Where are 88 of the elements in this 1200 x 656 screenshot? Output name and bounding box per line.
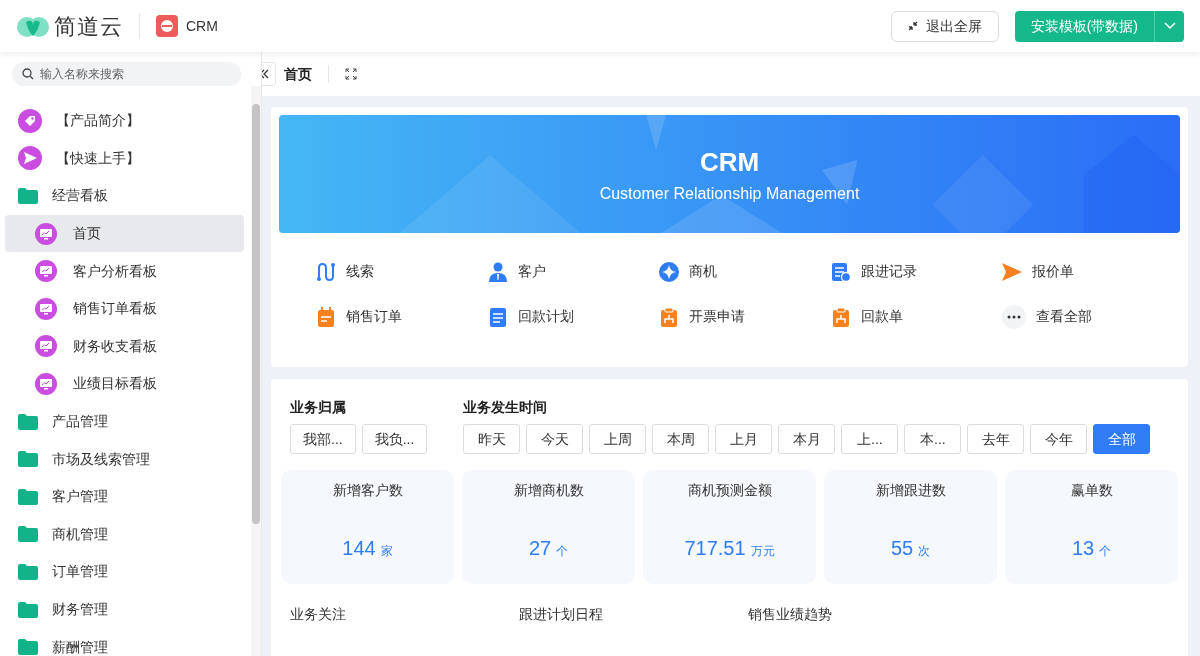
app-icon bbox=[156, 15, 178, 37]
shortcut-link[interactable]: 报价单 bbox=[1002, 259, 1174, 284]
sidebar-item[interactable]: 薪酬管理 bbox=[5, 628, 244, 656]
filter-button[interactable]: 我负... bbox=[361, 424, 428, 454]
banner-title: CRM bbox=[699, 145, 760, 179]
sidebar-item[interactable]: 市场及线索管理 bbox=[5, 440, 244, 478]
section-title: 销售业绩趋势 bbox=[748, 605, 833, 624]
sidebar-item[interactable]: 财务收支看板 bbox=[5, 327, 244, 366]
sidebar-item[interactable]: 经营看板 bbox=[5, 177, 244, 215]
filter-button[interactable]: 上月 bbox=[715, 424, 773, 454]
scrollbar-thumb[interactable] bbox=[252, 104, 260, 524]
folder-icon bbox=[18, 488, 38, 505]
shortcut-link[interactable]: 商机 bbox=[659, 259, 831, 284]
sidebar-item[interactable]: 【产品简介】 bbox=[5, 102, 244, 140]
banner-subtitle: Customer Relationship Management bbox=[599, 183, 860, 204]
sidebar-item[interactable]: 【快速上手】 bbox=[5, 139, 244, 178]
filter-button[interactable]: 本周 bbox=[652, 424, 710, 454]
dashboard-icon bbox=[35, 260, 57, 283]
sidebar-item[interactable]: 客户分析看板 bbox=[5, 252, 244, 290]
filter-button[interactable]: 本... bbox=[904, 424, 962, 454]
shortcut-link[interactable]: 客户 bbox=[487, 259, 659, 284]
expand-icon[interactable] bbox=[345, 68, 357, 80]
tab[interactable]: 首页 bbox=[284, 63, 312, 85]
app-name: CRM bbox=[186, 16, 218, 36]
stat-title: 新增客户数 bbox=[331, 481, 404, 500]
shortcut-link[interactable]: 线索 bbox=[316, 259, 488, 284]
folder-icon bbox=[18, 451, 38, 468]
dashboard-icon bbox=[35, 297, 57, 320]
search-field[interactable]: 输入名称来搜索 bbox=[12, 62, 241, 86]
stat-unit: 个 bbox=[556, 544, 569, 558]
shrink-icon bbox=[907, 21, 918, 31]
shortcut-link[interactable]: 跟进记录 bbox=[830, 259, 1002, 284]
filter-button[interactable]: 上... bbox=[841, 424, 899, 454]
filter-button[interactable]: 上周 bbox=[589, 424, 647, 454]
filter-button[interactable]: 昨天 bbox=[463, 424, 521, 454]
stat-unit: 家 bbox=[380, 544, 393, 558]
exit-fullscreen-button[interactable]: 退出全屏 bbox=[890, 10, 999, 42]
send-icon bbox=[18, 146, 42, 171]
search-icon bbox=[22, 68, 34, 80]
stat-value: 55 bbox=[890, 537, 914, 559]
logo-icon bbox=[16, 14, 50, 38]
filter-label: 业务发生时间 bbox=[463, 398, 549, 417]
stat-unit: 万元 bbox=[750, 544, 775, 558]
stat-title: 新增跟进数 bbox=[874, 481, 947, 500]
folder-icon bbox=[18, 413, 38, 430]
brand-name: 简道云 bbox=[54, 12, 123, 41]
folder-icon bbox=[18, 526, 38, 543]
shortcut-link[interactable]: 查看全部 bbox=[1002, 304, 1174, 329]
sidebar-item[interactable]: 客户管理 bbox=[5, 477, 244, 516]
section-title: 业务关注 bbox=[290, 605, 347, 624]
sidebar-item[interactable]: 业绩目标看板 bbox=[5, 365, 244, 403]
dropdown-button[interactable] bbox=[1154, 10, 1184, 42]
sidebar-item[interactable]: 销售订单看板 bbox=[5, 289, 244, 328]
stat-value: 144 bbox=[342, 537, 376, 559]
folder-icon bbox=[18, 188, 38, 204]
stat-unit: 个 bbox=[1099, 544, 1112, 558]
filter-button[interactable]: 我部... bbox=[290, 424, 356, 454]
filter-button[interactable]: 今年 bbox=[1030, 424, 1088, 454]
filter-button[interactable]: 今天 bbox=[526, 424, 584, 454]
filter-button[interactable]: 去年 bbox=[967, 424, 1025, 454]
sidebar-item[interactable]: 产品管理 bbox=[5, 402, 244, 441]
folder-icon bbox=[18, 639, 38, 656]
caret-icon bbox=[1163, 22, 1176, 30]
stat-value: 717.51 bbox=[684, 537, 746, 559]
tag-icon bbox=[18, 108, 42, 133]
folder-icon bbox=[18, 563, 38, 580]
section-title: 跟进计划日程 bbox=[519, 605, 604, 624]
shortcut-link[interactable]: 回款单 bbox=[830, 304, 1002, 329]
stat-unit: 次 bbox=[918, 544, 931, 558]
filter-button[interactable]: 本月 bbox=[778, 424, 836, 454]
stat-title: 新增商机数 bbox=[512, 481, 585, 500]
filter-label: 业务归属 bbox=[290, 398, 347, 417]
stat-title: 赢单数 bbox=[1069, 481, 1114, 500]
dashboard-icon bbox=[35, 372, 57, 395]
filter-button[interactable]: 全部 bbox=[1093, 424, 1151, 454]
stat-title: 商机预测金额 bbox=[686, 481, 773, 500]
shortcut-link[interactable]: 开票申请 bbox=[659, 304, 831, 329]
sidebar-item[interactable]: 订单管理 bbox=[5, 553, 244, 591]
sidebar-item[interactable]: 商机管理 bbox=[5, 515, 244, 554]
sidebar-item[interactable]: 财务管理 bbox=[5, 590, 244, 629]
sidebar-item[interactable]: 首页 bbox=[5, 214, 244, 253]
folder-icon bbox=[18, 601, 38, 618]
shortcut-link[interactable]: 回款计划 bbox=[487, 304, 659, 329]
dashboard-icon bbox=[35, 335, 57, 358]
shortcut-link[interactable]: 销售订单 bbox=[316, 304, 488, 329]
stat-value: 13 bbox=[1071, 537, 1095, 559]
stat-value: 27 bbox=[528, 537, 552, 559]
dashboard-icon bbox=[35, 222, 57, 245]
